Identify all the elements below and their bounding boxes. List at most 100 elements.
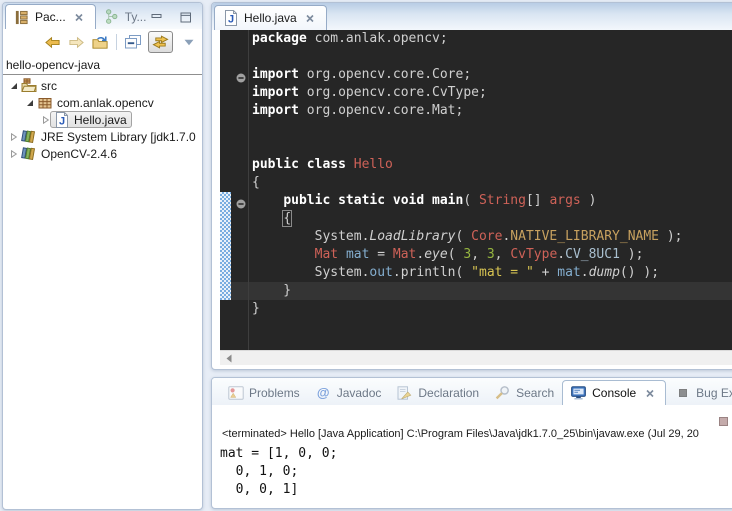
package-explorer-tabs: Pac... Ty... (5, 4, 153, 29)
code-token: public class (252, 157, 346, 172)
code-token: import (252, 67, 299, 82)
code-token: () ); (620, 265, 659, 280)
code-token: ); (659, 229, 682, 244)
problems-icon (227, 385, 244, 401)
code-line-12: System.LoadLibrary( Core.NATIVE_LIBRARY_… (252, 228, 683, 246)
back-arrow-icon[interactable] (44, 34, 61, 50)
code-token (346, 157, 354, 172)
bottom-tab-bug-explorer[interactable]: Bug Explorer (667, 380, 732, 405)
view-menu-icon[interactable] (180, 34, 197, 50)
selected-tree-item[interactable]: JHello.java (50, 111, 132, 128)
toolbar-separator (116, 34, 117, 50)
code-token: + (534, 265, 557, 280)
tree-item-opencv-2-4-6[interactable]: OpenCV-2.4.6 (3, 145, 202, 162)
code-line-2 (252, 48, 683, 66)
code-editor[interactable]: package com.anlak.opencv;import org.open… (220, 30, 732, 350)
code-text[interactable]: package com.anlak.opencv;import org.open… (252, 30, 683, 318)
code-token: org.opencv.core.Mat; (299, 103, 463, 118)
fold-collapse-icon[interactable] (236, 70, 246, 80)
code-token: , (471, 247, 487, 262)
code-token: LoadLibrary (369, 229, 455, 244)
code-token: 3 (487, 247, 495, 262)
scroll-left-arrow-icon[interactable] (224, 350, 234, 366)
src-folder-icon (20, 78, 37, 94)
code-line-7 (252, 138, 683, 156)
collapse-all-icon[interactable] (124, 34, 141, 50)
bottom-tab-console[interactable]: Console (562, 380, 666, 405)
code-token: . (581, 265, 589, 280)
code-line-8: public class Hello (252, 156, 683, 174)
console-toolbar-icon[interactable] (719, 417, 728, 426)
editor-tab-hello-java[interactable]: JHello.java (214, 5, 327, 30)
tab-label: Console (592, 386, 636, 400)
code-token: mat (346, 247, 369, 262)
tab-label: Ty... (125, 10, 147, 24)
code-token: dump (589, 265, 620, 280)
code-token: Mat (315, 247, 338, 262)
console-line: 0, 1, 0; (220, 463, 732, 481)
code-token: eye (424, 247, 447, 262)
tree-item-hello-java[interactable]: JHello.java (3, 111, 202, 128)
bottom-tab-javadoc[interactable]: @ Javadoc (308, 380, 389, 405)
code-token: ( (456, 229, 472, 244)
tree-collapsed-icon[interactable] (7, 133, 20, 141)
bottom-view-panel: Problems @ Javadoc DeclarationSearch Console… (211, 377, 732, 509)
tree-item-src[interactable]: src (3, 77, 202, 94)
package-explorer-tab-ty[interactable]: Ty... (96, 4, 154, 29)
console-header: <terminated> Hello [Java Application] C:… (212, 405, 732, 440)
code-token: String (479, 193, 526, 208)
close-icon[interactable] (71, 9, 88, 25)
tree-item-body[interactable]: com.anlak.opencv (36, 95, 154, 111)
tree-item-label: JRE System Library [jdk1.7.0 (41, 130, 196, 144)
code-line-3: import org.opencv.core.Core; (252, 66, 683, 84)
minimize-icon[interactable] (148, 9, 165, 25)
code-line-13: Mat mat = Mat.eye( 3, 3, CvType.CV_8UC1 … (252, 246, 683, 264)
package-explorer-tabbar: Pac... Ty... (3, 3, 202, 29)
horizontal-scrollbar[interactable] (220, 350, 732, 365)
close-icon[interactable] (641, 385, 658, 401)
tree-item-jre-system-library-jdk1-7-0[interactable]: JRE System Library [jdk1.7.0 (3, 128, 202, 145)
package-explorer-icon (13, 9, 30, 25)
package-explorer-tab-pac[interactable]: Pac... (5, 4, 96, 29)
tree-expanded-icon[interactable] (7, 82, 20, 90)
maximize-icon[interactable] (177, 9, 194, 25)
code-token: args (549, 193, 580, 208)
console-output[interactable]: mat = [1, 0, 0; 0, 1, 0; 0, 0, 1] (212, 440, 732, 499)
package-explorer-toolbar (3, 29, 202, 55)
bottom-tab-declaration[interactable]: Declaration (389, 380, 486, 405)
code-token: import (252, 85, 299, 100)
fold-collapse-icon[interactable] (236, 196, 246, 206)
up-folder-icon[interactable] (92, 34, 109, 50)
code-line-11: { (252, 210, 683, 228)
code-token: out (369, 265, 392, 280)
link-with-editor-button[interactable] (148, 31, 173, 53)
code-token: System. (252, 229, 369, 244)
range-indicator (220, 192, 231, 300)
tree-item-com-anlak-opencv[interactable]: com.anlak.opencv (3, 94, 202, 111)
tree-item-body[interactable]: src (20, 78, 57, 94)
bottom-tab-search[interactable]: Search (487, 380, 561, 405)
tab-label: Javadoc (337, 386, 382, 400)
javadoc-icon: @ (315, 385, 332, 401)
close-icon[interactable] (302, 10, 319, 26)
package-icon (36, 95, 53, 111)
tree-item-body[interactable]: OpenCV-2.4.6 (20, 146, 117, 162)
tree-collapsed-icon[interactable] (7, 150, 20, 158)
link-editor-icon (152, 34, 169, 50)
tree-item-label: OpenCV-2.4.6 (41, 147, 117, 161)
search-icon (494, 385, 511, 401)
code-token: CV_8UC1 (565, 247, 620, 262)
code-line-14: System.out.println( "mat = " + mat.dump(… (252, 264, 683, 282)
tree-expanded-icon[interactable] (23, 99, 36, 107)
code-line-10: public static void main( String[] args ) (252, 192, 683, 210)
tree-item-body[interactable]: JRE System Library [jdk1.7.0 (20, 129, 196, 145)
code-token: Mat (393, 247, 416, 262)
code-token: CvType (510, 247, 557, 262)
code-token: .println( (393, 265, 471, 280)
bottom-tab-problems[interactable]: Problems (220, 380, 307, 405)
forward-arrow-icon[interactable] (68, 34, 85, 50)
code-token: ) (581, 193, 597, 208)
code-token (338, 247, 346, 262)
declaration-icon (396, 385, 413, 401)
code-token: System. (252, 265, 369, 280)
